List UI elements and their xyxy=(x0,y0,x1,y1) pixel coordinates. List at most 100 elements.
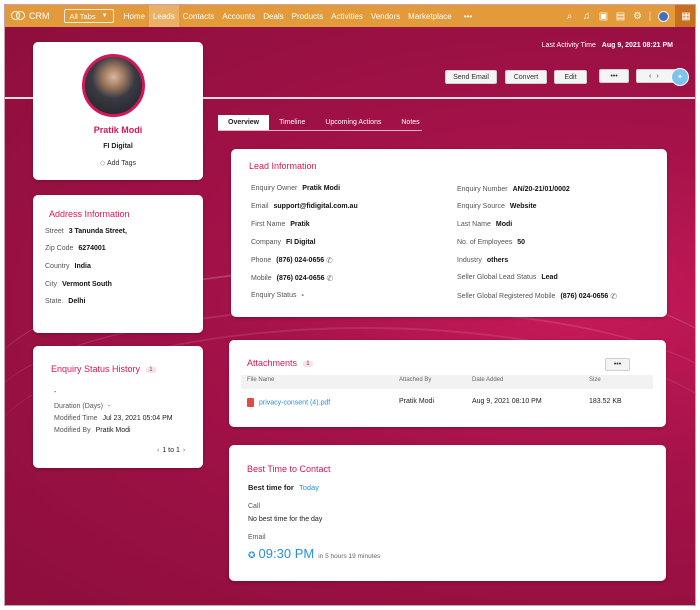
address-city: City Vermont South xyxy=(45,281,112,288)
calendar-add-icon[interactable]: ▣ xyxy=(595,11,612,22)
nav-tab-products[interactable]: Products xyxy=(288,5,328,27)
col-file-name: File Name xyxy=(247,377,275,383)
nav-tab-leads[interactable]: Leads xyxy=(148,5,179,27)
field-industry: Industry others xyxy=(457,257,508,264)
nav-tab-activities[interactable]: Activities xyxy=(327,5,367,27)
field-seller-lead-status: Seller Global Lead Status Lead xyxy=(457,274,558,281)
field-last-name: Last Name Modi xyxy=(457,221,512,228)
profile-name: Pratik Modi xyxy=(93,125,143,135)
attachments-more-button[interactable]: ••• xyxy=(605,358,630,371)
attachment-by: Pratik Modi xyxy=(399,398,435,405)
crm-logo-icon xyxy=(11,11,25,21)
mobile-value[interactable]: (876) 024-0656 xyxy=(277,275,325,282)
previous-record-icon[interactable]: ‹ xyxy=(649,73,651,80)
tag-icon: ◇ xyxy=(99,160,106,167)
first-name-value: Pratik xyxy=(290,221,310,228)
email-best-time: ✪ 09:30 PM in 5 hours 19 minutes xyxy=(248,546,380,561)
history-duration: Duration (Days) - xyxy=(54,403,110,410)
record-background: Last Activity Time Aug 9, 2021 08:21 PM … xyxy=(5,27,695,605)
best-time-period[interactable]: Today xyxy=(299,483,319,492)
all-tabs-dropdown[interactable]: All Tabs ▼ xyxy=(63,9,114,23)
enquiry-number-label: Enquiry Number xyxy=(457,186,508,193)
search-icon[interactable]: ⌕ xyxy=(561,11,578,22)
last-activity-label: Last Activity Time xyxy=(541,42,596,49)
nav-tab-home[interactable]: Home xyxy=(120,5,149,27)
more-actions-button[interactable]: ••• xyxy=(599,69,629,83)
phone-value[interactable]: (876) 024-0656 xyxy=(276,257,324,264)
convert-button[interactable]: Convert xyxy=(505,70,547,84)
enquiry-history-count: 1 xyxy=(146,366,156,373)
enquiry-source-label: Enquiry Source xyxy=(457,203,505,210)
tab-overview[interactable]: Overview xyxy=(218,115,270,130)
nav-tab-deals[interactable]: Deals xyxy=(259,5,287,27)
field-enquiry-number: Enquiry Number AN/20-21/01/0002 xyxy=(457,186,570,193)
edit-button[interactable]: Edit xyxy=(554,70,587,84)
field-employees: No. of Employees 50 xyxy=(457,239,525,246)
add-tags-link[interactable]: ◇ Add Tags xyxy=(33,159,203,167)
modified-time-label: Modified Time xyxy=(54,415,98,422)
history-modified-time: Modified Time Jul 23, 2021 05:04 PM xyxy=(54,415,173,422)
modified-by-label: Modified By xyxy=(54,427,91,434)
tab-upcoming-actions[interactable]: Upcoming Actions xyxy=(315,115,391,130)
zia-assistant-icon[interactable]: ✦ xyxy=(671,68,689,86)
pager-next-icon[interactable]: › xyxy=(183,447,185,454)
phone-icon[interactable]: ✆ xyxy=(610,292,617,301)
last-activity: Last Activity Time Aug 9, 2021 08:21 PM xyxy=(542,42,673,49)
seller-status-label: Seller Global Lead Status xyxy=(457,274,537,281)
address-card: Address Information Street 3 Tanunda Stre… xyxy=(33,195,203,333)
profile-company: FI Digital xyxy=(103,143,133,150)
user-avatar[interactable] xyxy=(658,10,669,22)
phone-icon[interactable]: ✆ xyxy=(326,256,333,265)
phone-label: Phone xyxy=(251,257,272,264)
nav-more-button[interactable]: ••• xyxy=(460,5,476,27)
crm-logo[interactable]: CRM xyxy=(11,11,50,21)
call-value: No best time for the day xyxy=(248,516,323,523)
lead-info-card: Lead Information Enquiry Owner Pratik Mod… xyxy=(231,149,667,317)
bell-icon[interactable]: ♫ xyxy=(578,11,595,22)
attachment-file[interactable]: privacy-consent (4).pdf xyxy=(247,398,330,407)
attachments-header: Attachments 1 xyxy=(247,358,313,368)
tab-notes[interactable]: Notes xyxy=(391,115,429,130)
last-activity-value: Aug 9, 2021 08:21 PM xyxy=(601,42,673,49)
modified-time-value: Jul 23, 2021 05:04 PM xyxy=(102,415,173,422)
email-value[interactable]: support@fidigital.com.au xyxy=(274,203,358,210)
profile-photo xyxy=(82,54,145,117)
address-zip: Zip Code 6274001 xyxy=(45,245,106,252)
tabs-underline xyxy=(218,130,422,131)
phone-icon[interactable]: ✆ xyxy=(327,274,334,283)
employees-label: No. of Employees xyxy=(457,239,513,246)
nav-tab-vendors[interactable]: Vendors xyxy=(367,5,404,27)
last-name-label: Last Name xyxy=(457,221,491,228)
pager-prev-icon[interactable]: ‹ xyxy=(157,447,159,454)
history-modified-by: Modified By Pratik Modi xyxy=(54,427,131,434)
enquiry-owner-value[interactable]: Pratik Modi xyxy=(302,185,340,192)
brand-name: CRM xyxy=(29,11,50,21)
email-note: in 5 hours 19 minutes xyxy=(318,553,381,560)
field-mobile: Mobile (876) 024-0656 ✆ xyxy=(251,274,333,283)
email-label: Email xyxy=(251,203,269,210)
attachment-size: 183.52 KB xyxy=(589,398,622,405)
app-grid-icon[interactable]: ▦ xyxy=(675,5,695,27)
company-value: FI Digital xyxy=(285,239,316,246)
seller-mobile-label: Seller Global Registered Mobile xyxy=(457,293,556,300)
enquiry-number-value: AN/20-21/01/0002 xyxy=(512,186,570,193)
next-record-icon[interactable]: › xyxy=(656,73,658,80)
best-time-heading-row: Best time for Today xyxy=(248,483,319,492)
nav-tab-marketplace[interactable]: Marketplace xyxy=(404,5,456,27)
seller-mobile-value[interactable]: (876) 024-0656 xyxy=(560,293,608,300)
nav-tab-accounts[interactable]: Accounts xyxy=(218,5,259,27)
attachment-file-name[interactable]: privacy-consent (4).pdf xyxy=(259,399,330,406)
country-label: Country xyxy=(45,263,70,270)
modified-by-value: Pratik Modi xyxy=(95,427,131,434)
all-tabs-label: All Tabs xyxy=(69,11,96,21)
first-name-label: First Name xyxy=(251,221,286,228)
city-value: Vermont South xyxy=(62,281,112,288)
enquiry-status-value: - xyxy=(301,292,304,299)
nav-tab-contacts[interactable]: Contacts xyxy=(179,5,219,27)
tab-timeline[interactable]: Timeline xyxy=(269,115,315,130)
gear-icon[interactable]: ⚙ xyxy=(629,11,646,22)
calendar-icon[interactable]: ▤ xyxy=(612,11,629,22)
top-nav: CRM All Tabs ▼ Home Leads Contacts Accou… xyxy=(5,5,695,27)
enquiry-history-header: Enquiry Status History 1 xyxy=(51,364,156,374)
send-email-button[interactable]: Send Email xyxy=(445,70,497,84)
